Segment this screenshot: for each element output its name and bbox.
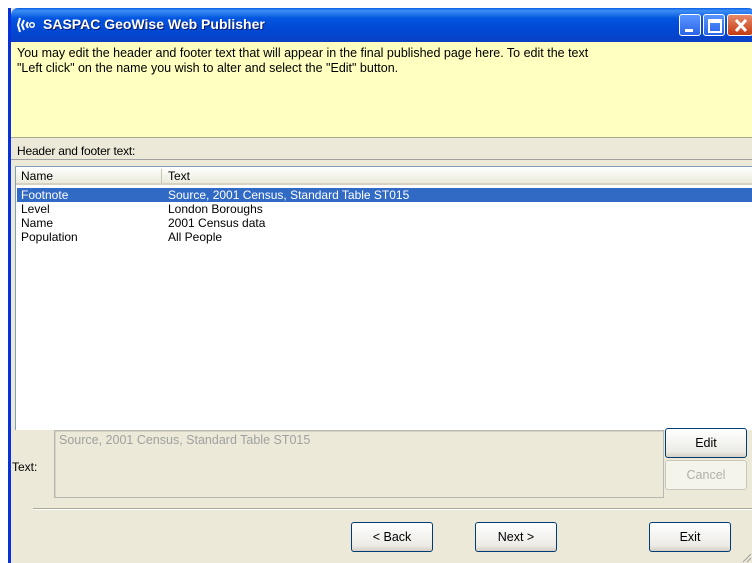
app-signal-icon (16, 16, 37, 34)
close-button[interactable] (727, 14, 752, 36)
row-text: Source, 2001 Census, Standard Table ST01… (168, 188, 410, 202)
row-text: All People (168, 230, 223, 244)
section-label: Header and footer text: (17, 144, 136, 158)
list-row-footnote[interactable]: Footnote Source, 2001 Census, Standard T… (17, 188, 752, 202)
exit-button[interactable]: Exit (649, 522, 731, 552)
resize-grip-icon[interactable] (740, 551, 752, 563)
row-text: 2001 Census data (168, 216, 266, 230)
column-header-name[interactable]: Name (21, 169, 53, 183)
back-button[interactable]: < Back (351, 522, 433, 552)
main-window: SASPAC GeoWise Web Publisher You may edi… (8, 8, 752, 563)
list-header: Name Text (16, 167, 752, 185)
edit-button[interactable]: Edit (665, 428, 747, 458)
maximize-icon (708, 19, 722, 33)
row-name: Level (21, 202, 50, 216)
row-name: Footnote (21, 188, 69, 202)
next-button[interactable]: Next > (475, 522, 557, 552)
section-divider (11, 159, 752, 160)
row-name: Population (21, 230, 78, 244)
instruction-panel: You may edit the header and footer text … (11, 42, 752, 138)
list-row-name[interactable]: Name 2001 Census data (17, 216, 752, 230)
list-row-level[interactable]: Level London Boroughs (17, 202, 752, 216)
column-header-text[interactable]: Text (168, 169, 190, 183)
minimize-button[interactable] (679, 14, 701, 36)
list-row-population[interactable]: Population All People (17, 230, 752, 244)
header-footer-list[interactable]: Name Text Footnote Source, 2001 Census, … (15, 166, 752, 430)
minimize-icon (685, 29, 693, 32)
close-icon (734, 18, 748, 33)
row-name: Name (21, 216, 54, 230)
cancel-button[interactable]: Cancel (665, 460, 747, 490)
text-field-label: Text: (12, 460, 38, 474)
row-text: London Boroughs (168, 202, 263, 216)
title-bar[interactable]: SASPAC GeoWise Web Publisher (11, 8, 752, 42)
maximize-button[interactable] (703, 14, 725, 36)
column-separator[interactable] (161, 169, 162, 183)
footer-divider (33, 508, 752, 510)
text-edit-field[interactable]: Source, 2001 Census, Standard Table ST01… (54, 430, 664, 498)
window-title: SASPAC GeoWise Web Publisher (43, 16, 265, 32)
